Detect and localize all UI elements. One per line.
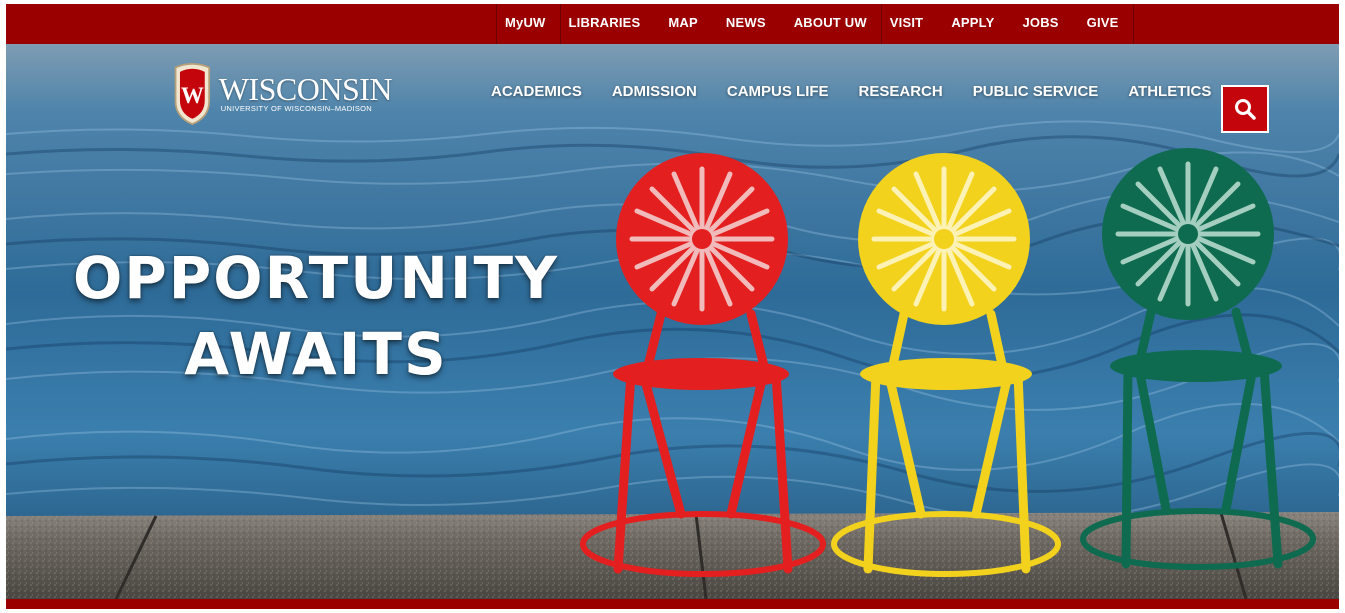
utility-link-apply[interactable]: APPLY bbox=[937, 4, 1008, 44]
search-button[interactable] bbox=[1221, 85, 1269, 133]
nav-public-service[interactable]: PUBLIC SERVICE bbox=[958, 78, 1114, 106]
page-frame: MyUW LIBRARIES MAP NEWS ABOUT UW VISIT A… bbox=[6, 4, 1339, 609]
utility-link-give[interactable]: GIVE bbox=[1073, 4, 1133, 44]
crest-icon: W bbox=[174, 63, 211, 126]
svg-text:W: W bbox=[181, 82, 204, 108]
utility-link-news[interactable]: NEWS bbox=[712, 4, 780, 44]
hero-banner: W WISCONSIN UNIVERSITY OF WISCONSIN–MADI… bbox=[6, 44, 1339, 599]
utility-link-about-uw[interactable]: ABOUT UW bbox=[780, 4, 881, 44]
utility-nav: MyUW LIBRARIES MAP NEWS ABOUT UW VISIT A… bbox=[496, 4, 1134, 44]
utility-link-libraries[interactable]: LIBRARIES bbox=[561, 4, 655, 44]
hero-headline-line1: OPPORTUNITY bbox=[72, 244, 560, 312]
search-icon bbox=[1235, 99, 1256, 120]
utility-group-myuw: MyUW bbox=[496, 4, 560, 44]
uw-madison-logo[interactable]: W WISCONSIN UNIVERSITY OF WISCONSIN–MADI… bbox=[172, 56, 393, 132]
main-nav: ACADEMICS ADMISSION CAMPUS LIFE RESEARCH… bbox=[476, 78, 1226, 106]
nav-academics[interactable]: ACADEMICS bbox=[476, 78, 597, 106]
utility-link-jobs[interactable]: JOBS bbox=[1008, 4, 1072, 44]
wordmark-title: WISCONSIN bbox=[218, 71, 393, 107]
nav-campus-life[interactable]: CAMPUS LIFE bbox=[712, 78, 844, 106]
utility-link-myuw[interactable]: MyUW bbox=[497, 4, 560, 44]
nav-admission[interactable]: ADMISSION bbox=[597, 78, 712, 106]
nav-research[interactable]: RESEARCH bbox=[844, 78, 958, 106]
wordmark-subtitle: UNIVERSITY OF WISCONSIN–MADISON bbox=[220, 104, 372, 113]
utility-link-visit[interactable]: VISIT bbox=[882, 4, 938, 44]
hero-headline: OPPORTUNITY AWAITS bbox=[66, 240, 566, 392]
wordmark: WISCONSIN UNIVERSITY OF WISCONSIN–MADISO… bbox=[218, 71, 393, 114]
utility-link-map[interactable]: MAP bbox=[654, 4, 712, 44]
nav-athletics[interactable]: ATHLETICS bbox=[1113, 78, 1226, 106]
utility-group-info: LIBRARIES MAP NEWS ABOUT UW bbox=[559, 4, 881, 44]
utility-group-action: VISIT APPLY JOBS GIVE bbox=[880, 4, 1134, 44]
bottom-red-bar bbox=[6, 599, 1339, 609]
hero-headline-line2: AWAITS bbox=[184, 320, 448, 388]
utility-bar: MyUW LIBRARIES MAP NEWS ABOUT UW VISIT A… bbox=[6, 4, 1339, 44]
